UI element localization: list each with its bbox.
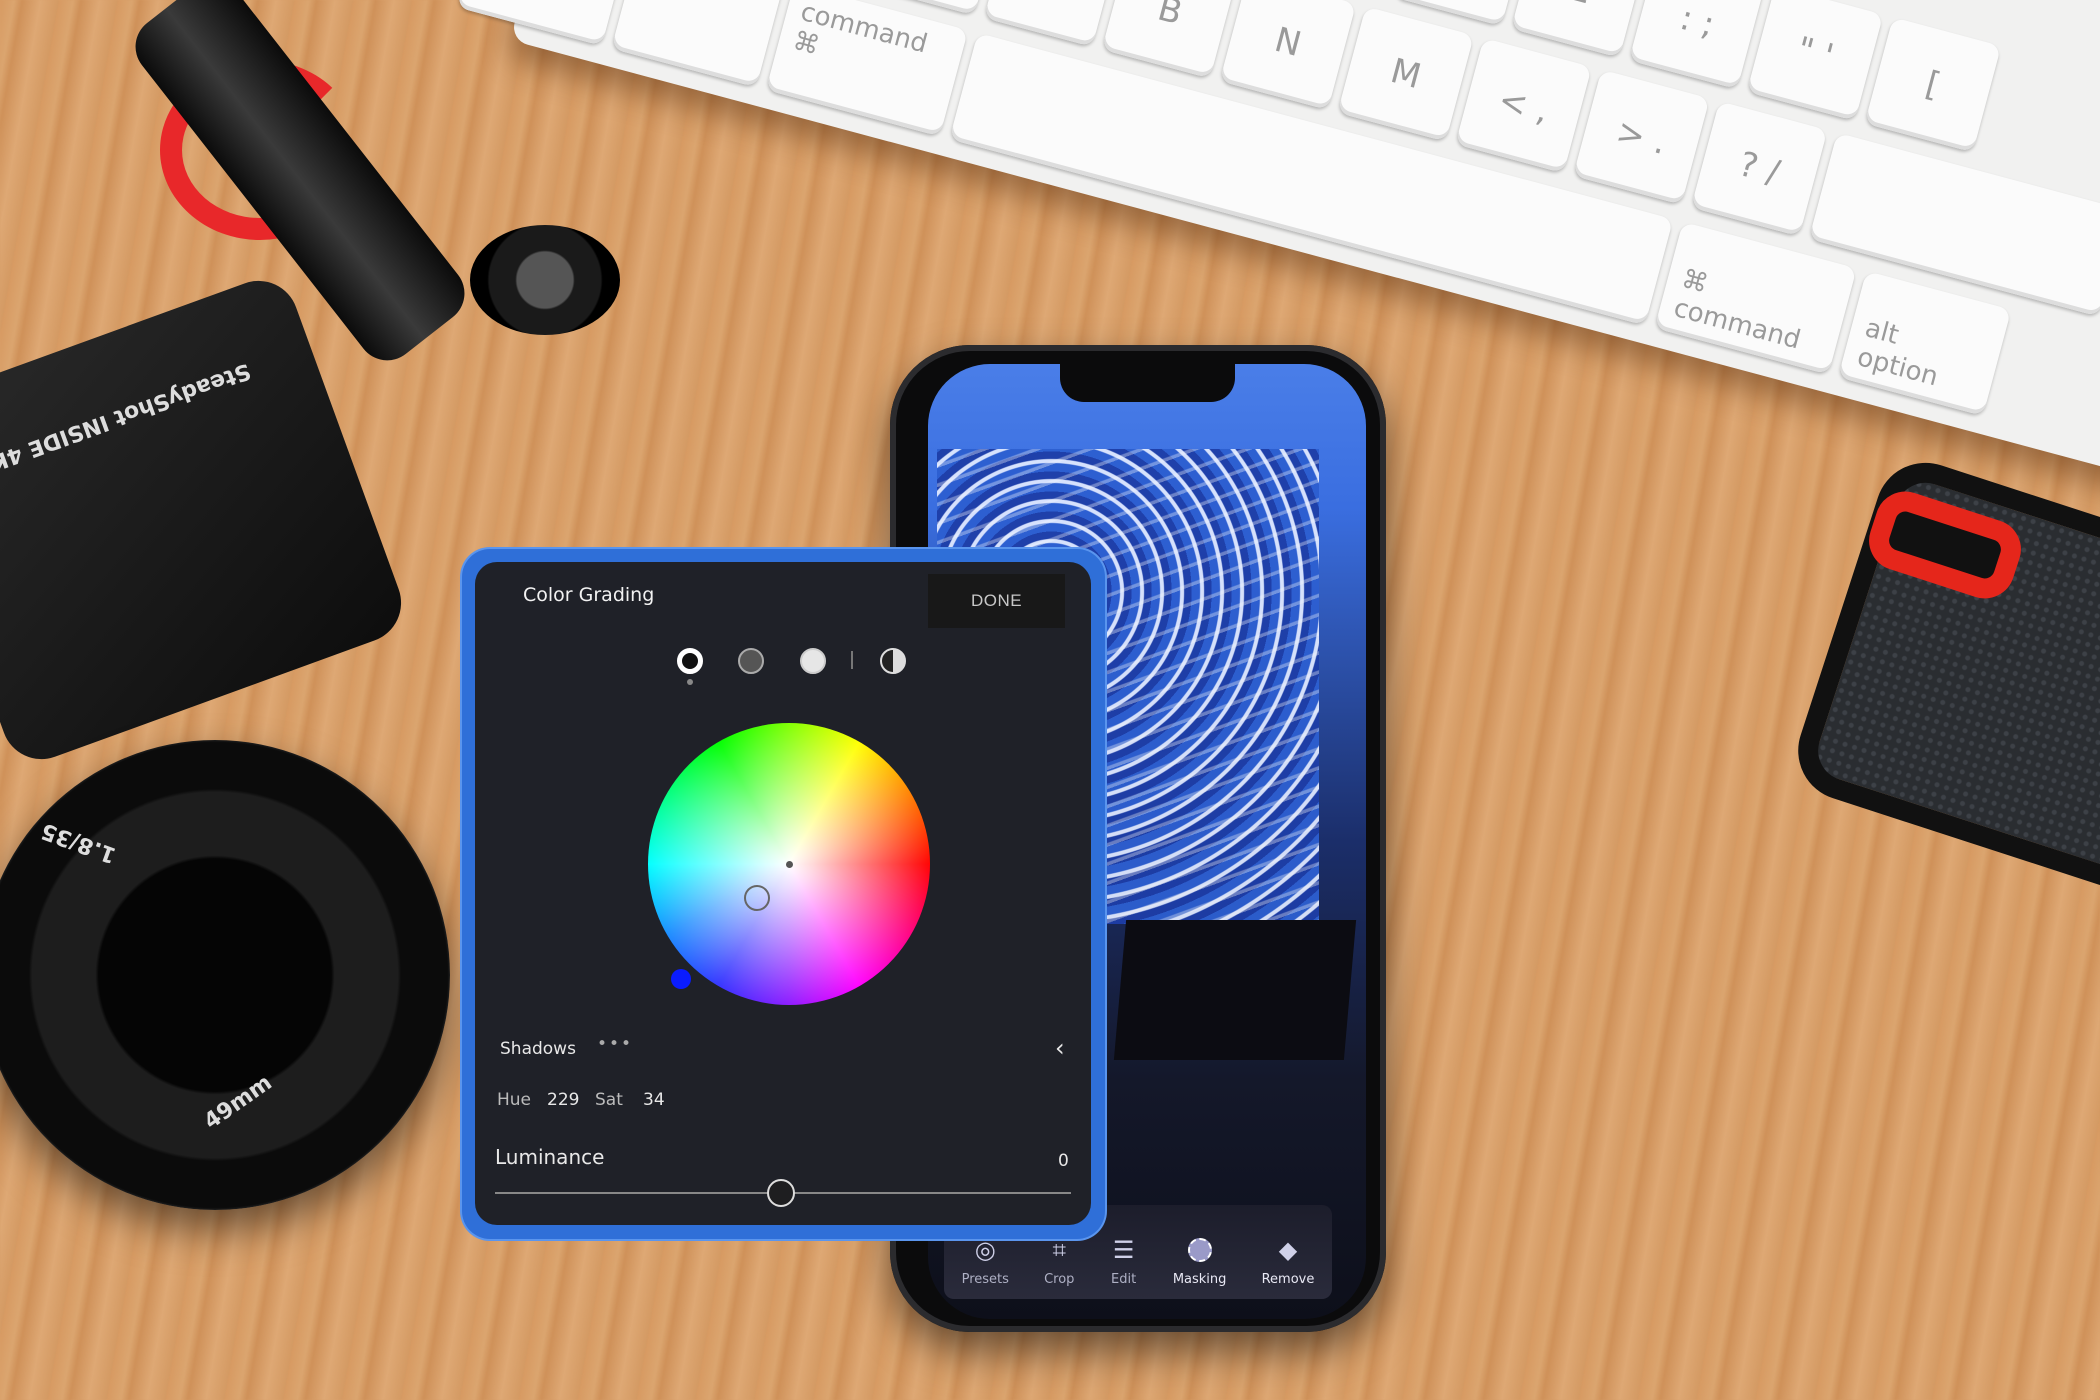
hue-value: 229	[547, 1090, 580, 1110]
key-m: M	[1337, 6, 1475, 142]
tool-crop[interactable]: ⌗ Crop	[1044, 1236, 1074, 1287]
microphone-head	[470, 225, 620, 335]
more-icon[interactable]: •••	[597, 1034, 633, 1054]
hue-label: Hue	[497, 1090, 532, 1110]
key-semicolon: : ;	[1628, 0, 1766, 90]
key-command-right: ⌘ command	[1654, 221, 1857, 375]
mode-highlights-icon[interactable]	[800, 648, 826, 674]
tool-masking[interactable]: Masking	[1172, 1236, 1227, 1287]
selected-indicator	[687, 679, 693, 685]
range-label: Shadows	[500, 1039, 576, 1059]
tool-label: Edit	[1111, 1272, 1137, 1287]
lens-label: 1.8/35	[38, 817, 120, 868]
key-n: N	[1219, 0, 1357, 111]
tool-presets[interactable]: ◎ Presets	[962, 1236, 1009, 1287]
key-b: B	[1101, 0, 1239, 79]
mode-divider	[851, 651, 853, 669]
camera-lens: 1.8/35 49mm	[0, 740, 450, 1210]
tool-label: Presets	[961, 1272, 1009, 1287]
key-option: option	[611, 0, 785, 88]
luminance-label: Luminance	[495, 1145, 605, 1169]
photo-keyboard	[1113, 920, 1357, 1060]
mode-shadows-icon[interactable]	[677, 648, 703, 674]
done-button[interactable]: DONE	[928, 574, 1065, 628]
key-command: command ⌘	[765, 0, 969, 137]
tool-label: Masking	[1172, 1272, 1227, 1287]
key-comma: < ,	[1455, 37, 1592, 174]
presets-icon: ◎	[974, 1236, 996, 1264]
mode-global-icon[interactable]	[880, 648, 906, 674]
luminance-value: 0	[1058, 1151, 1069, 1171]
key-shift	[1808, 132, 2100, 317]
camera-body: SteadyShot INSIDE 4K	[0, 269, 413, 771]
wheel-center-dot	[786, 861, 793, 868]
sat-label: Sat	[595, 1090, 623, 1110]
sliders-icon: ☰	[1112, 1236, 1135, 1264]
key-control: control	[456, 0, 631, 46]
key-l: L	[1511, 0, 1648, 58]
key-slash: ? /	[1690, 101, 1828, 237]
eraser-icon: ◆	[1278, 1236, 1298, 1264]
key-bracket: [	[1864, 17, 2002, 153]
key-option-right: alt option	[1837, 270, 2012, 417]
masking-icon	[1186, 1236, 1214, 1264]
color-grading-panel: Color Grading DONE Shadows ••• ‹ Hue 229…	[475, 562, 1091, 1225]
panel-title: Color Grading	[523, 584, 655, 606]
chevron-left-icon[interactable]: ‹	[1055, 1034, 1065, 1062]
luminance-slider-thumb[interactable]	[767, 1179, 795, 1207]
key-quote: " '	[1746, 0, 1884, 121]
sat-value: 34	[643, 1090, 665, 1110]
tool-label: Remove	[1261, 1272, 1315, 1287]
color-swatch[interactable]	[671, 969, 691, 989]
tool-label: Crop	[1044, 1272, 1075, 1287]
camera-label: SteadyShot INSIDE 4K	[0, 357, 254, 476]
tool-edit[interactable]: ☰ Edit	[1110, 1236, 1138, 1287]
filter-label: 49mm	[199, 1070, 277, 1135]
key-period: > .	[1573, 69, 1710, 205]
tool-remove[interactable]: ◆ Remove	[1262, 1236, 1315, 1287]
crop-icon: ⌗	[1052, 1236, 1067, 1264]
phone-notch	[1060, 364, 1235, 402]
mode-midtones-icon[interactable]	[738, 648, 764, 674]
wheel-selection-handle[interactable]	[744, 885, 770, 911]
